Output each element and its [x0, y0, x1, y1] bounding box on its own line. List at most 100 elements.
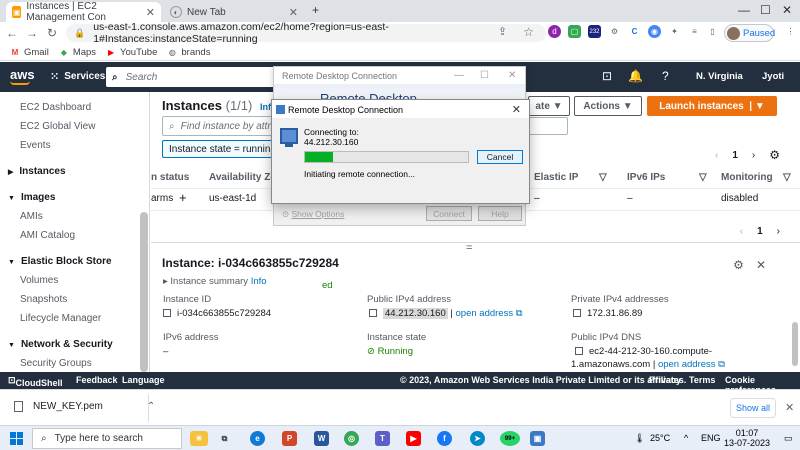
privacy-link[interactable]: Privacy	[649, 375, 681, 385]
close-icon[interactable]: ✕	[512, 103, 521, 116]
copy-icon[interactable]	[575, 347, 583, 355]
sidebar-item-amis[interactable]: AMIs	[20, 211, 43, 222]
filter-chip[interactable]: Instance state = running	[162, 140, 284, 158]
show-options-toggle[interactable]: ⊙ Show Options	[282, 209, 344, 220]
remote-desktop-icon[interactable]: ▣	[530, 431, 545, 446]
external-link-icon[interactable]: ⧉	[718, 359, 725, 370]
close-icon[interactable]: ✕	[508, 70, 516, 81]
cloudshell-link[interactable]: ⊡ CloudShell	[8, 375, 63, 388]
copy-icon[interactable]	[163, 309, 171, 317]
widgets-icon[interactable]: ☀	[190, 431, 208, 446]
prev-page-icon[interactable]: ‹	[740, 226, 743, 237]
url-input[interactable]: 🔒 us-east-1.console.aws.amazon.com/ec2/h…	[66, 21, 546, 45]
weather-temp[interactable]: 25°C	[650, 433, 670, 443]
user-menu[interactable]: Jyoti	[762, 71, 784, 82]
gear-extension-icon[interactable]: ⚙	[608, 25, 621, 38]
open-address-link[interactable]: open address	[456, 308, 514, 319]
bookmark-gmail[interactable]: M Gmail	[10, 47, 49, 58]
close-icon[interactable]: ✕	[785, 401, 794, 414]
whatsapp-icon[interactable]: 99+	[500, 431, 520, 446]
maximize-icon[interactable]: ☐	[480, 70, 489, 81]
bell-icon[interactable]: 🔔	[628, 69, 643, 83]
minimize-icon[interactable]: —	[454, 70, 464, 81]
cancel-button[interactable]: Cancel	[477, 150, 523, 164]
copy-icon[interactable]	[573, 309, 581, 317]
external-link-icon[interactable]: ⧉	[516, 308, 523, 319]
sidebar-item-volumes[interactable]: Volumes	[20, 275, 58, 286]
sort-icon[interactable]: ▽	[783, 172, 791, 183]
lock-icon[interactable]: 🔒	[74, 28, 85, 39]
next-page-icon[interactable]: ›	[777, 226, 780, 237]
filter-dropdown[interactable]	[528, 117, 568, 135]
powerpoint-icon[interactable]: P	[282, 431, 297, 446]
forward-icon[interactable]: →	[24, 26, 40, 40]
tray-language[interactable]: ENG	[701, 433, 721, 443]
page-number[interactable]: 1	[757, 226, 763, 237]
task-view-icon[interactable]: ⧉	[217, 431, 232, 446]
bookmark-star-icon[interactable]: ☆	[522, 25, 535, 39]
windows-start-icon[interactable]	[10, 432, 23, 445]
maximize-icon[interactable]: ☐	[760, 3, 771, 17]
sidebar-item-lifecycle-manager[interactable]: Lifecycle Manager	[20, 313, 101, 324]
bookmark-youtube[interactable]: ▶ YouTube	[106, 47, 157, 58]
page-number[interactable]: 1	[732, 150, 738, 161]
aws-logo[interactable]: aws	[10, 67, 35, 85]
edge-icon[interactable]: e	[250, 431, 265, 446]
sidepanel-icon[interactable]: ▯	[706, 25, 719, 38]
detail-scrollbar[interactable]	[792, 322, 798, 366]
word-icon[interactable]: W	[314, 431, 329, 446]
extension-icon[interactable]: ▢	[568, 25, 581, 38]
bookmark-brands[interactable]: ◍ brands	[167, 47, 211, 58]
show-all-button[interactable]: Show all	[730, 398, 776, 418]
help-button[interactable]: Help	[478, 206, 522, 221]
services-menu-button[interactable]: ⁙ Services	[50, 70, 105, 83]
info-link[interactable]: Info	[251, 276, 267, 287]
puzzle-icon[interactable]: ✦	[668, 25, 681, 38]
new-tab-button[interactable]: +	[312, 3, 319, 17]
sidebar-item-ec2-global-view[interactable]: EC2 Global View	[20, 121, 95, 132]
chrome-icon[interactable]: ◎	[344, 431, 359, 446]
settings-gear-icon[interactable]: ⚙	[733, 258, 744, 272]
sidebar-section-network-security[interactable]: ▼ Network & Security	[8, 339, 113, 350]
actions-button[interactable]: Actions ▼	[574, 96, 642, 116]
telegram-icon[interactable]: ➤	[470, 431, 485, 446]
back-icon[interactable]: ←	[4, 26, 20, 40]
menu-dots-icon[interactable]: ⋮	[784, 25, 797, 38]
terms-link[interactable]: Terms	[689, 375, 715, 385]
help-icon[interactable]: ?	[662, 69, 669, 83]
taskbar-clock[interactable]: 01:07 13-07-2023	[724, 428, 770, 448]
region-selector[interactable]: N. Virginia	[696, 71, 743, 82]
sidebar-item-security-groups[interactable]: Security Groups	[20, 358, 92, 369]
launch-instances-button[interactable]: Launch instances | ▼	[647, 96, 777, 116]
open-address-link[interactable]: open address	[658, 359, 716, 370]
next-page-icon[interactable]: ›	[752, 150, 755, 161]
close-icon[interactable]: ✕	[756, 258, 766, 272]
col-monitoring[interactable]: Monitoring	[721, 172, 773, 183]
sidebar-item-events[interactable]: Events	[20, 140, 51, 151]
aws-search-input[interactable]: ⌕ Search	[106, 67, 276, 87]
extension-icon[interactable]: d	[548, 25, 561, 38]
col-elastic-ip[interactable]: Elastic IP	[534, 172, 578, 183]
sidebar-scrollbar[interactable]	[140, 212, 148, 372]
add-icon[interactable]: +	[179, 190, 187, 205]
extension-icon[interactable]: C	[628, 25, 641, 38]
find-instance-input[interactable]: ⌕ Find instance by attrib	[162, 116, 282, 136]
feedback-link[interactable]: Feedback	[76, 375, 118, 385]
copy-icon[interactable]	[369, 309, 377, 317]
youtube-icon[interactable]: ▶	[406, 431, 421, 446]
panel-splitter[interactable]	[151, 242, 800, 246]
extension-icon[interactable]: ◉	[648, 25, 661, 38]
reload-icon[interactable]: ↻	[44, 26, 60, 40]
tray-chevron-icon[interactable]: ^	[684, 433, 688, 443]
media-icon[interactable]: ≡	[688, 25, 701, 38]
extension-badge-icon[interactable]: 232	[588, 25, 601, 38]
bookmark-maps[interactable]: ◆ Maps	[59, 47, 96, 58]
profile-button[interactable]: Paused	[724, 24, 775, 42]
tab-new-tab[interactable]: ◐ New Tab ✕	[164, 2, 304, 22]
sidebar-item-ami-catalog[interactable]: AMI Catalog	[20, 230, 75, 241]
close-window-icon[interactable]: ✕	[782, 3, 792, 17]
sidebar-item-snapshots[interactable]: Snapshots	[20, 294, 67, 305]
tab-ec2-instances[interactable]: ▣ Instances | EC2 Management Con ✕	[6, 1, 161, 23]
close-icon[interactable]: ✕	[146, 6, 155, 19]
drag-handle-icon[interactable]: =	[466, 242, 472, 254]
